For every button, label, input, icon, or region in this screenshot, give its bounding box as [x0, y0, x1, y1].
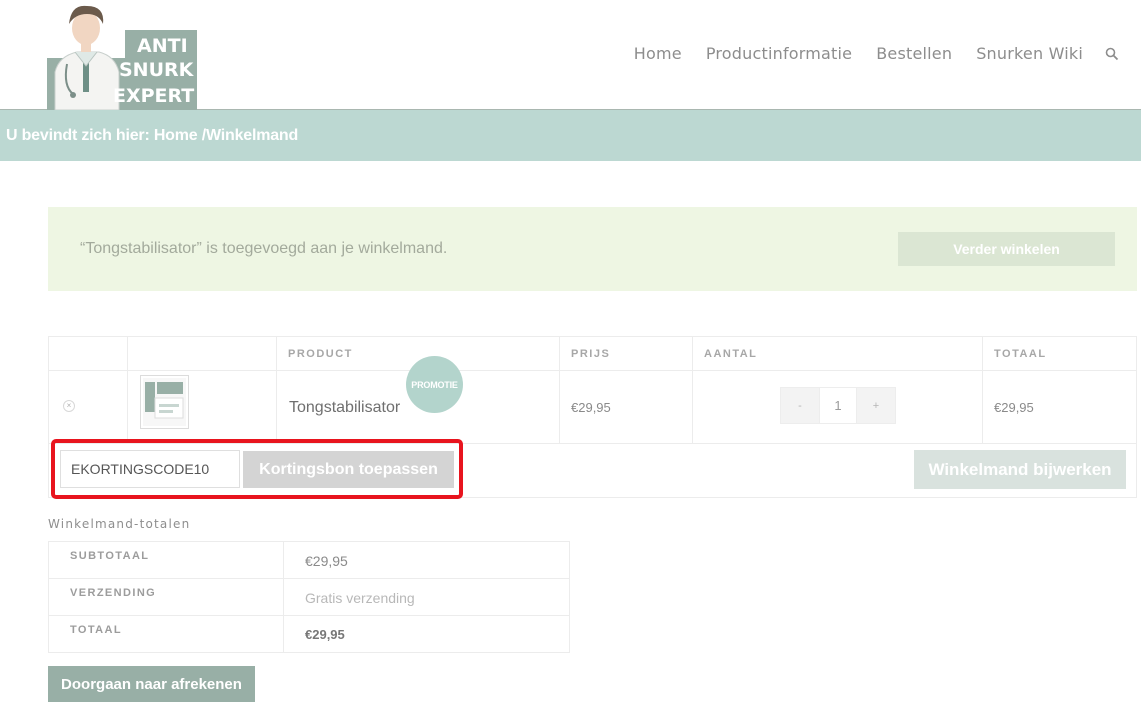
product-thumbnail[interactable]: [140, 375, 189, 429]
column-divider: [559, 337, 560, 443]
breadcrumb-current: Winkelmand: [205, 126, 299, 144]
promotion-badge: PROMOTIE: [406, 356, 463, 413]
column-divider: [982, 337, 983, 443]
logo-text-1: ANTI: [137, 35, 188, 57]
product-price: €29,95: [571, 400, 611, 415]
column-divider: [692, 337, 693, 443]
notice-message: “Tongstabilisator” is toegevoegd aan je …: [80, 240, 448, 257]
search-icon[interactable]: [1105, 47, 1119, 61]
quantity-input[interactable]: 1: [819, 388, 857, 423]
column-divider: [283, 542, 284, 579]
proceed-to-checkout-button[interactable]: Doorgaan naar afrekenen: [48, 666, 255, 702]
totals-value: €29,95: [305, 553, 348, 569]
totals-label: TOTAAL: [70, 624, 122, 636]
cart-totals-title: Winkelmand-totalen: [48, 517, 191, 531]
nav-item-home[interactable]: Home: [634, 44, 682, 63]
totals-label: SUBTOTAAL: [70, 550, 150, 562]
breadcrumb-home-link[interactable]: Home: [154, 127, 198, 145]
totals-row-total: TOTAAL €29,95: [49, 616, 569, 653]
quantity-decrease-button[interactable]: -: [781, 388, 819, 423]
column-header-total: TOTAAL: [994, 348, 1047, 360]
site-header: ANTI SNURK EXPERT Home Productinformatie…: [0, 0, 1141, 111]
column-divider: [283, 616, 284, 653]
header-divider: [49, 370, 1136, 371]
totals-value: €29,95: [305, 627, 345, 642]
quantity-stepper: - 1 +: [780, 387, 896, 424]
nav-item-snurken-wiki[interactable]: Snurken Wiki: [976, 44, 1083, 63]
totals-row-shipping: VERZENDING Gratis verzending: [49, 579, 569, 616]
nav-item-productinformatie[interactable]: Productinformatie: [706, 44, 852, 63]
breadcrumb: U bevindt zich hier: Home / Winkelmand: [0, 110, 1141, 161]
added-to-cart-notice: “Tongstabilisator” is toegevoegd aan je …: [48, 207, 1137, 291]
column-header-price: PRIJS: [571, 348, 611, 360]
product-name-link[interactable]: Tongstabilisator: [289, 399, 400, 417]
breadcrumb-prefix: U bevindt zich hier:: [6, 126, 154, 144]
totals-label: VERZENDING: [70, 587, 157, 599]
quantity-increase-button[interactable]: +: [857, 388, 895, 423]
totals-value: Gratis verzending: [305, 590, 415, 606]
highlight-box: [51, 439, 463, 499]
column-header-quantity: AANTAL: [704, 348, 758, 360]
close-icon[interactable]: ×: [63, 400, 75, 412]
column-divider: [283, 579, 284, 616]
column-divider: [276, 337, 277, 443]
logo-text-2: SNURK: [119, 59, 195, 81]
cart-totals-table: SUBTOTAAL €29,95 VERZENDING Gratis verze…: [48, 541, 570, 653]
column-header-product: PRODUCT: [288, 348, 353, 360]
continue-shopping-button[interactable]: Verder winkelen: [898, 232, 1115, 266]
column-divider: [127, 337, 128, 443]
site-logo[interactable]: ANTI SNURK EXPERT: [47, 2, 199, 111]
logo-text-3: EXPERT: [113, 85, 194, 107]
nav-item-bestellen[interactable]: Bestellen: [876, 44, 952, 63]
totals-row-subtotal: SUBTOTAAL €29,95: [49, 542, 569, 579]
product-subtotal: €29,95: [994, 400, 1034, 415]
update-cart-button[interactable]: Winkelmand bijwerken: [914, 450, 1126, 489]
main-nav: Home Productinformatie Bestellen Snurken…: [610, 44, 1119, 63]
breadcrumb-separator: /: [197, 126, 206, 144]
